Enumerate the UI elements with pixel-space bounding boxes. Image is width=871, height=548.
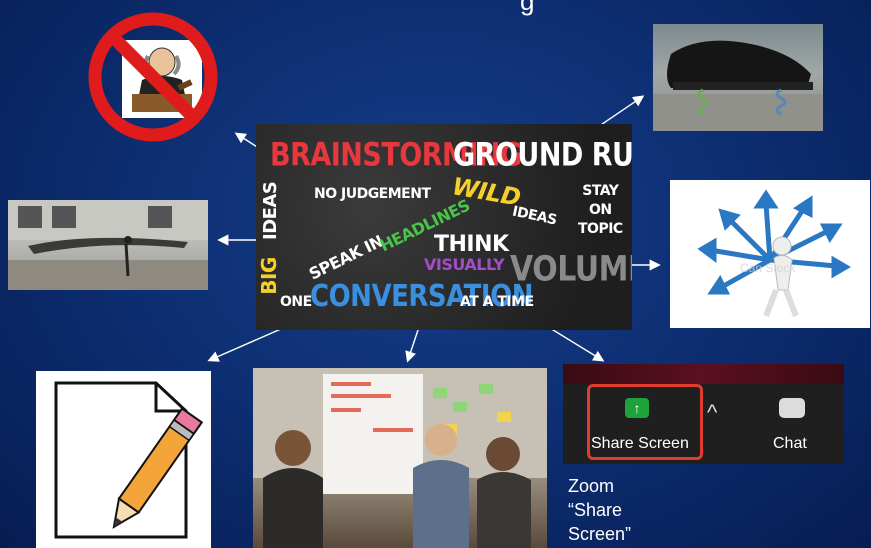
ground-rules-poster: BRAINSTORMING GROUND RULES NO JUDGEMENT … (256, 124, 632, 330)
prohibition-sign-icon (88, 12, 218, 142)
poster-one: ONE (280, 294, 312, 310)
share-screen-label[interactable]: Share Screen (591, 435, 689, 453)
flying-machine-image (8, 200, 208, 290)
group-discussion-photo (253, 368, 547, 548)
chevron-up-icon[interactable]: ^ (707, 400, 717, 426)
share-screen-icon[interactable]: ↑ (625, 398, 649, 418)
video-strip (563, 364, 844, 384)
poster-speak-in: SPEAK IN (305, 231, 386, 284)
poster-visually: VISUALLY (424, 255, 505, 274)
zoom-toolbar: ↑ Share Screen ^ Chat (563, 364, 844, 464)
watermark: Can Stock (740, 261, 796, 275)
poster-no-judgement: NO JUDGEMENT (314, 186, 431, 202)
chat-label[interactable]: Chat (773, 435, 807, 453)
poster-think: THINK (434, 232, 509, 257)
zoom-caption: Zoom “Share Screen” (568, 476, 632, 544)
poster-at-a-time: AT A TIME (460, 294, 534, 310)
spring-shoe-image (653, 24, 823, 131)
poster-ground-rules: GROUND RULES (453, 136, 632, 175)
poster-stay-on-topic: STAY ON TOPIC (578, 183, 623, 237)
poster-big: BIG (256, 257, 281, 295)
pencil-paper-image (36, 371, 211, 548)
chat-icon[interactable] (779, 398, 805, 418)
poster-ideas-wild: IDEAS (510, 203, 558, 229)
volume-arrows-image: Can Stock (670, 180, 870, 328)
poster-ideas-big: IDEAS (260, 181, 281, 240)
